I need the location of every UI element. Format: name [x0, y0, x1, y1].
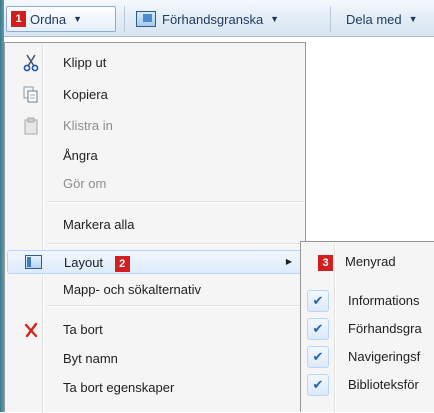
submenu-item-label: Förhandsgra [348, 321, 422, 336]
menu-item-label: Kopiera [63, 87, 108, 102]
chevron-down-icon: ▼ [270, 14, 280, 24]
submenu-item-menu-bar[interactable]: 3 Menyrad [303, 250, 434, 274]
menu-item-label: Ångra [63, 148, 98, 163]
layout-icon [25, 255, 42, 269]
layout-label: Layout [64, 255, 104, 270]
menu-item-folder-options[interactable]: Mapp- och sökalternativ [7, 278, 303, 302]
organize-menu: Klipp ut Kopiera Klistra in Ångra Gör om… [4, 42, 306, 413]
menu-item-paste[interactable]: Klistra in [7, 114, 303, 138]
menu-item-remove-properties[interactable]: Ta bort egenskaper [7, 376, 303, 400]
submenu-item-details-pane[interactable]: ✔ Informations [303, 289, 434, 313]
callout-badge-3: 3 [318, 255, 333, 271]
explorer-window: 1 Ordna ▼ Förhandsgranska ▼ Dela med ▼ K… [0, 0, 434, 413]
share-button[interactable]: Dela med ▼ [342, 6, 434, 32]
menu-bar-label: Menyrad [345, 254, 396, 269]
menu-separator [47, 305, 303, 307]
submenu-item-label: Biblioteksför [348, 377, 419, 392]
menu-item-delete[interactable]: Ta bort [7, 318, 303, 342]
menu-item-layout[interactable]: Layout 2 ▶ [7, 250, 303, 274]
menu-item-rename[interactable]: Byt namn [7, 347, 303, 371]
copy-icon [23, 86, 39, 104]
preview-button[interactable]: Förhandsgranska ▼ [132, 6, 316, 32]
menu-item-label: Gör om [63, 176, 107, 191]
delete-icon [23, 321, 39, 339]
submenu-item-label: 3 Menyrad [318, 254, 396, 271]
submenu-item-navigation-pane[interactable]: ✔ Navigeringsf [303, 345, 434, 369]
submenu-item-label: Informations [348, 293, 420, 308]
paste-icon [23, 117, 39, 135]
submenu-item-label: Navigeringsf [348, 349, 421, 364]
menu-item-copy[interactable]: Kopiera [7, 83, 303, 107]
submenu-arrow-icon: ▶ [285, 257, 292, 266]
menu-item-redo[interactable]: Gör om [7, 172, 303, 196]
menu-item-undo[interactable]: Ångra [7, 144, 303, 168]
submenu-item-preview-pane[interactable]: ✔ Förhandsgra [303, 317, 434, 341]
toolbar-separator [330, 6, 331, 32]
preview-label: Förhandsgranska [162, 11, 264, 27]
checkmark-icon: ✔ [307, 374, 329, 396]
menu-separator [47, 243, 303, 245]
share-label: Dela med [346, 11, 402, 27]
submenu-item-library-pane[interactable]: ✔ Biblioteksför [303, 373, 434, 397]
menu-item-label: Mapp- och sökalternativ [63, 282, 202, 297]
menu-item-label: Ta bort egenskaper [63, 380, 175, 395]
menu-item-select-all[interactable]: Markera alla [7, 213, 303, 237]
menu-item-label: Klipp ut [63, 55, 107, 70]
checkmark-icon: ✔ [307, 318, 329, 340]
callout-badge-2: 2 [114, 256, 130, 272]
scissors-icon [23, 54, 39, 72]
organize-label: Ordna [30, 11, 67, 27]
checkmark-icon: ✔ [307, 346, 329, 368]
checkmark-icon: ✔ [307, 290, 329, 312]
chevron-down-icon: ▼ [73, 14, 83, 24]
chevron-down-icon: ▼ [408, 14, 418, 24]
toolbar-separator [124, 6, 125, 32]
menu-separator [47, 201, 303, 203]
callout-badge-1: 1 [11, 11, 26, 27]
menu-item-label: Klistra in [63, 118, 113, 133]
menu-item-label: Ta bort [63, 322, 103, 337]
menu-item-label: Byt namn [63, 351, 118, 366]
menu-item-label: Layout 2 [64, 255, 134, 272]
preview-pane-icon [136, 11, 156, 27]
command-bar: 1 Ordna ▼ Förhandsgranska ▼ Dela med ▼ [4, 0, 434, 37]
organize-button[interactable]: 1 Ordna ▼ [6, 6, 116, 32]
menu-item-label: Markera alla [63, 217, 135, 232]
layout-submenu: 3 Menyrad ✔ Informations ✔ Förhandsgra ✔ … [300, 241, 434, 413]
menu-item-cut[interactable]: Klipp ut [7, 51, 303, 75]
